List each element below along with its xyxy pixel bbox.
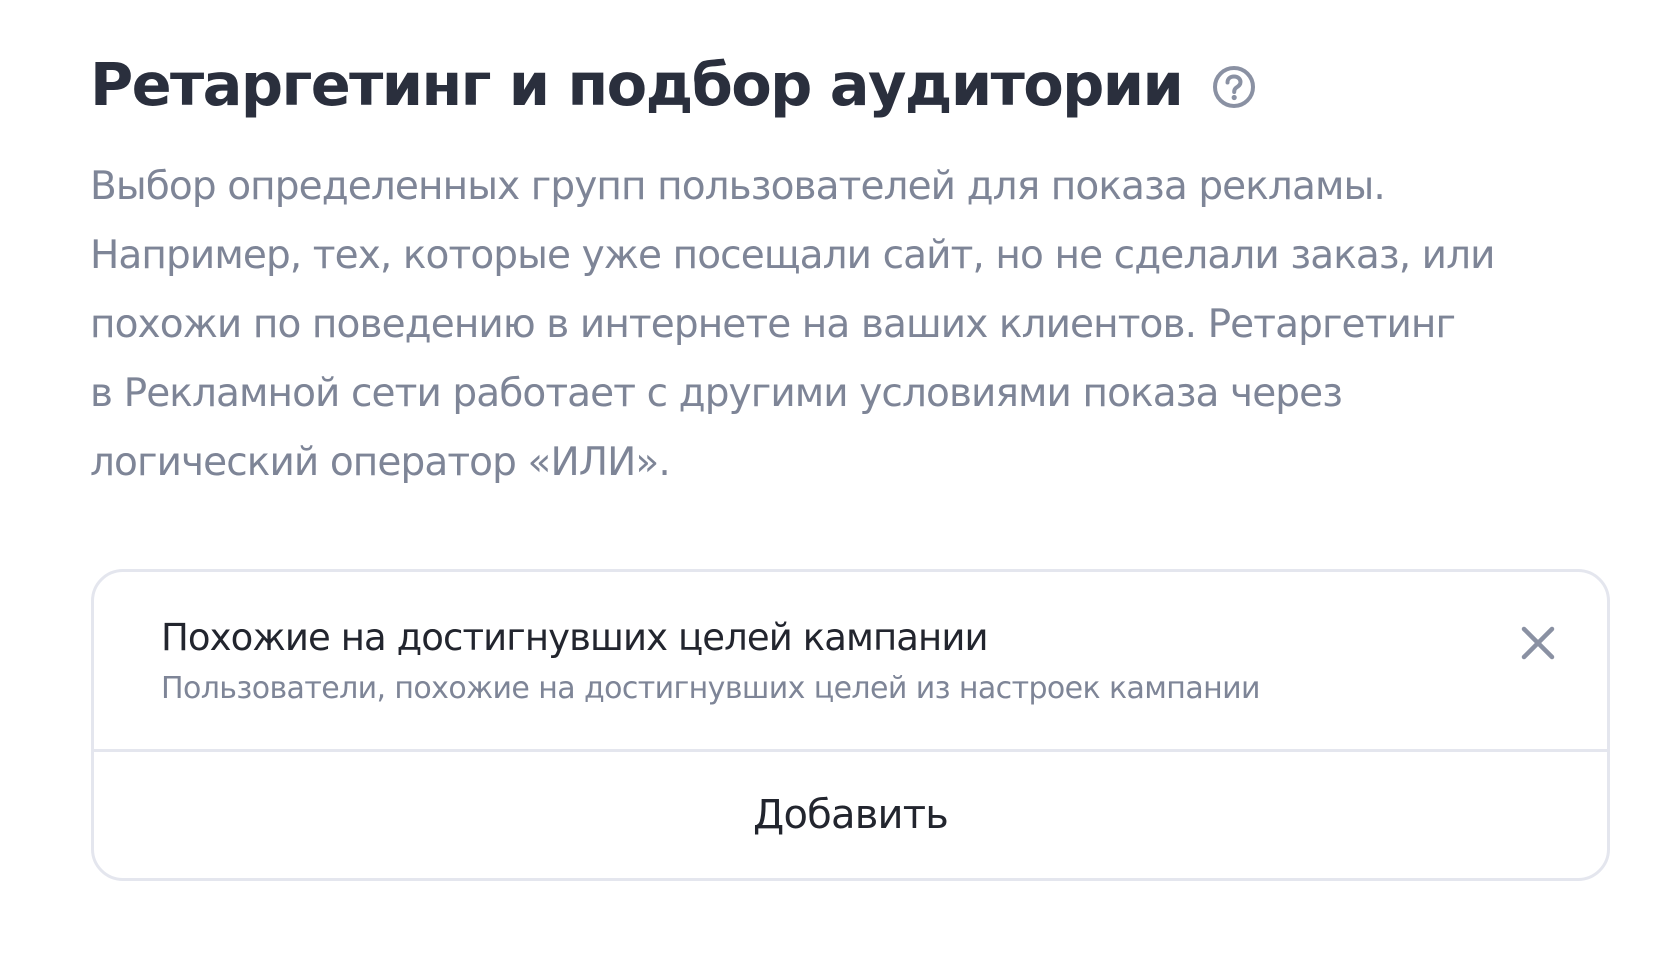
audience-condition-item: Похожие на достигнувших целей кампании П… (94, 572, 1607, 752)
add-condition-label: Добавить (753, 792, 949, 838)
description-line: Например, тех, которые уже посещали сайт… (90, 233, 1496, 278)
description-line: в Рекламной сети работает с другими усло… (90, 371, 1343, 416)
description-line: Выбор определенных групп пользователей д… (90, 164, 1386, 209)
section-title: Ретаргетинг и подбор аудитории (90, 50, 1184, 119)
add-condition-button[interactable]: Добавить (94, 752, 1607, 878)
retargeting-section: Ретаргетинг и подбор аудитории Выбор опр… (0, 0, 1680, 965)
condition-title: Похожие на достигнувших целей кампании (161, 616, 989, 659)
close-icon[interactable] (1521, 626, 1555, 660)
description-line: похожи по поведению в интернете на ваших… (90, 302, 1456, 347)
condition-description: Пользователи, похожие на достигнувших це… (161, 671, 1261, 706)
remove-condition-button[interactable] (1515, 620, 1561, 666)
section-header: Ретаргетинг и подбор аудитории (90, 42, 1258, 128)
section-description: Выбор определенных групп пользователей д… (90, 152, 1650, 497)
question-circle-icon[interactable] (1210, 63, 1258, 111)
audience-conditions-card: Похожие на достигнувших целей кампании П… (91, 569, 1610, 881)
description-line: логический оператор «ИЛИ». (90, 440, 671, 485)
